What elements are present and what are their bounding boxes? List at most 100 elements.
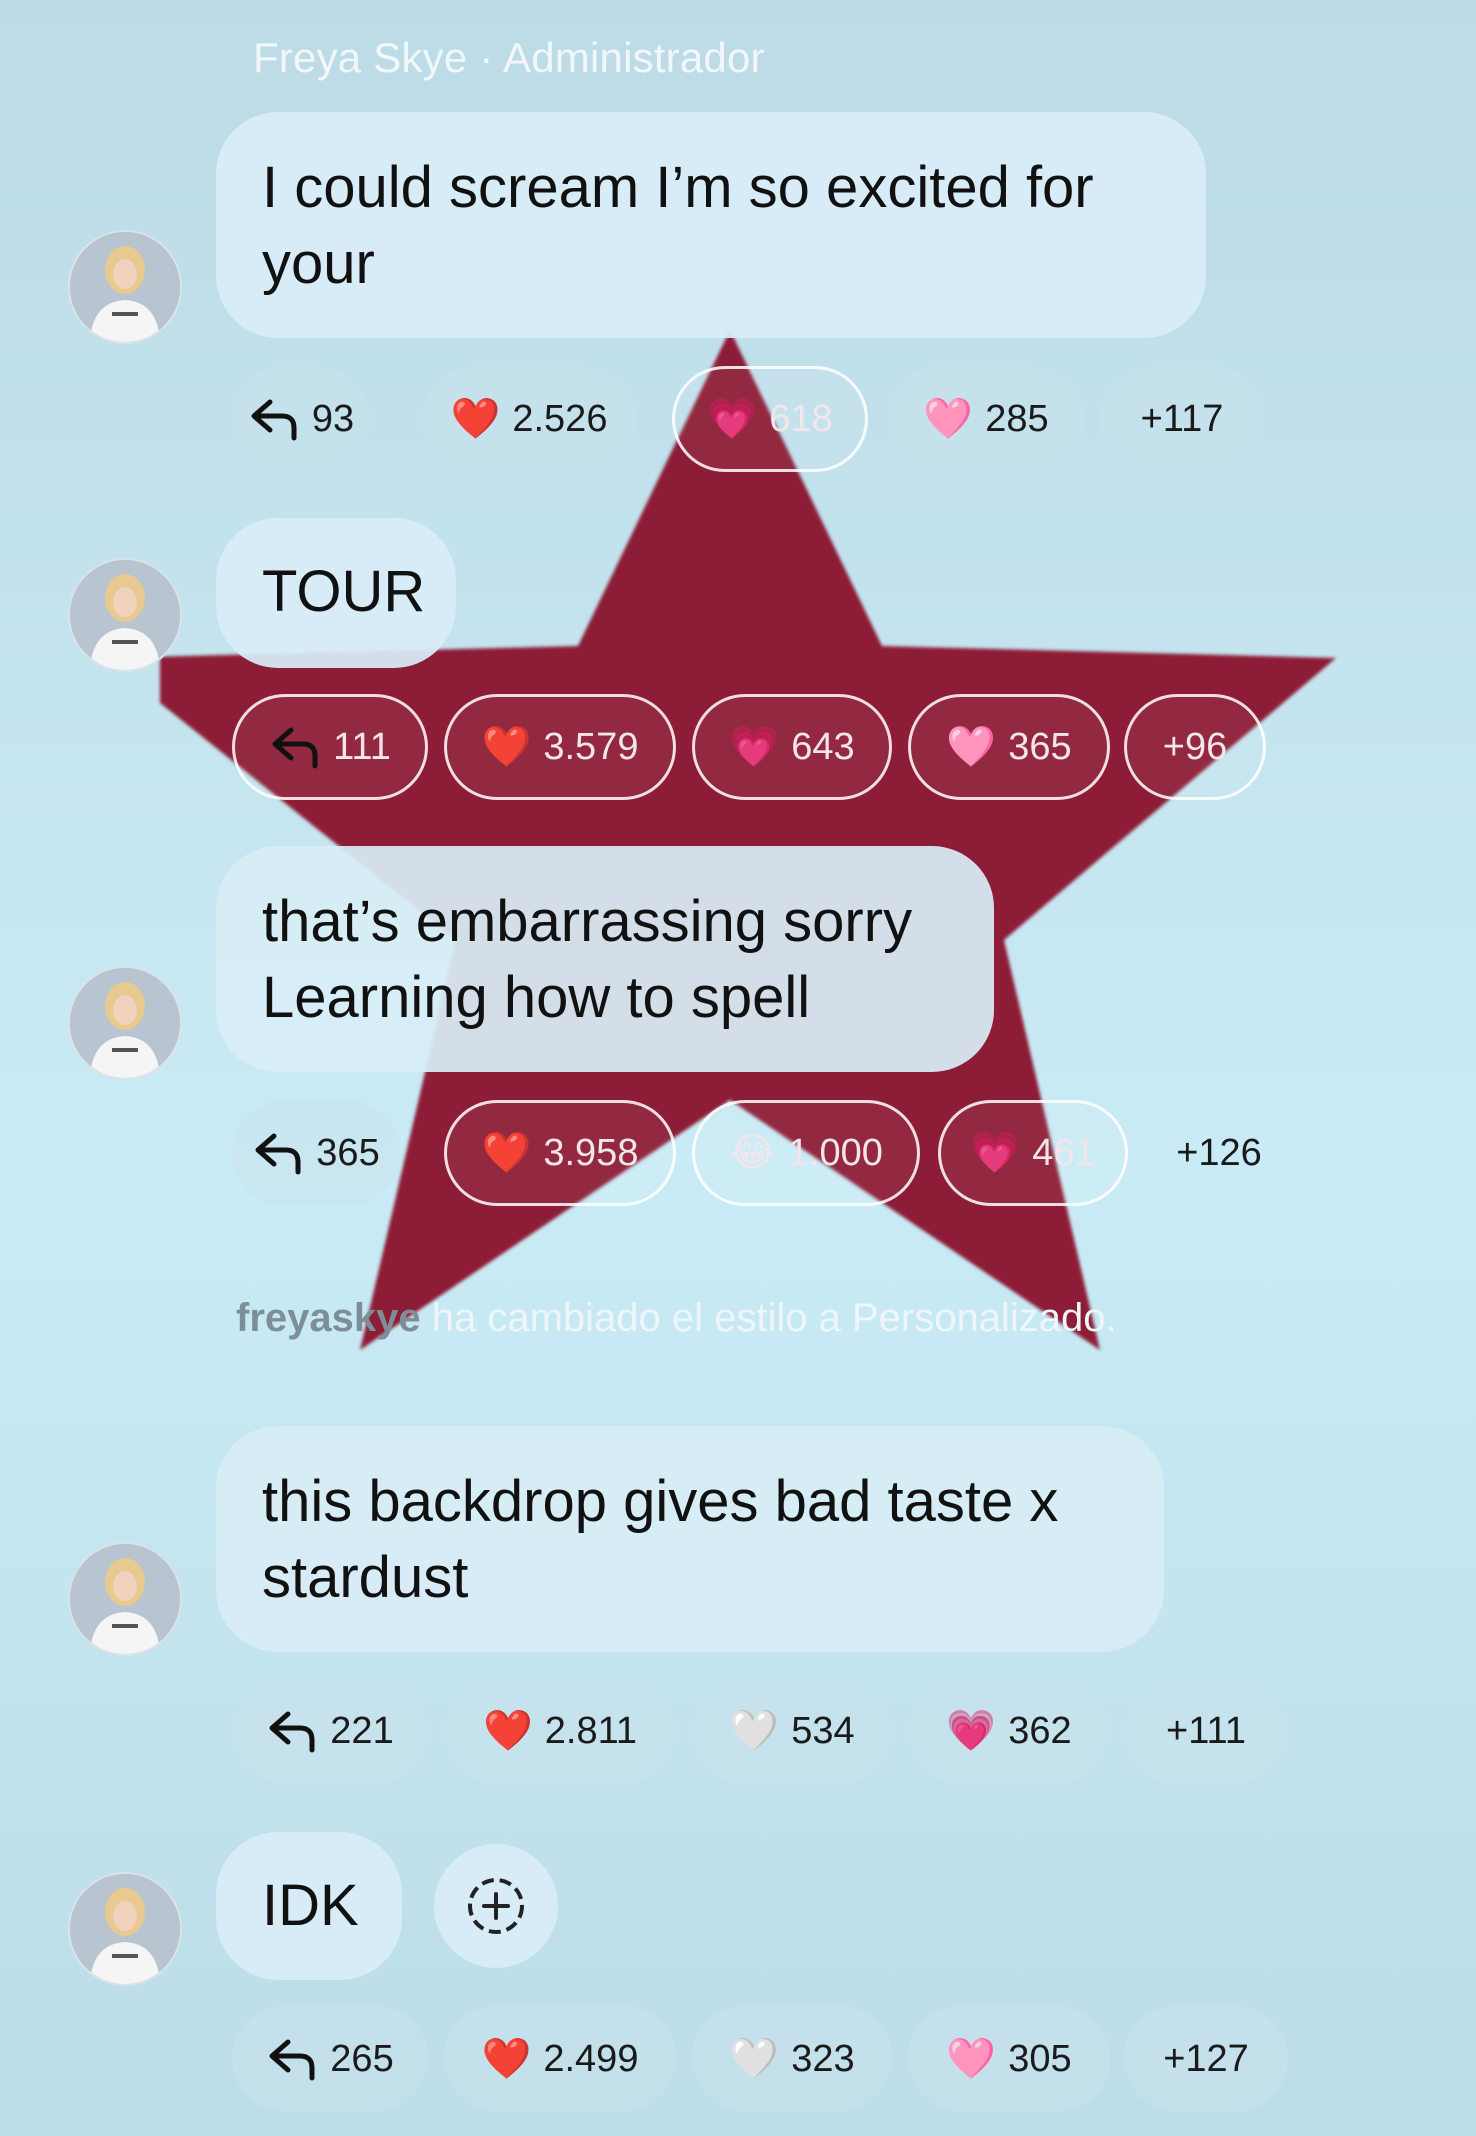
reply-count-pill[interactable]: 93 bbox=[232, 366, 370, 472]
pink-heart-icon: 🩷 bbox=[946, 725, 997, 769]
reaction-pill[interactable]: 💗 618 bbox=[672, 366, 868, 472]
message-line: your bbox=[262, 231, 375, 296]
avatar[interactable] bbox=[68, 558, 182, 672]
red-heart-icon: ❤️ bbox=[481, 2037, 532, 2081]
reply-count: 221 bbox=[330, 1709, 394, 1752]
avatar-image bbox=[70, 968, 180, 1078]
reaction-pill[interactable]: ❤️ 2.526 bbox=[422, 366, 636, 472]
system-message-text: ha cambiado el estilo a Personalizado. bbox=[420, 1296, 1117, 1340]
reply-count-pill[interactable]: 221 bbox=[232, 1678, 428, 1784]
reaction-pill[interactable]: 🩷 285 bbox=[888, 366, 1084, 472]
more-reactions-count: +96 bbox=[1162, 725, 1228, 768]
reaction-count: 461 bbox=[1032, 1131, 1096, 1174]
reaction-pill[interactable]: 😂 1.000 bbox=[692, 1100, 920, 1206]
system-message-user[interactable]: freyaskye bbox=[236, 1296, 421, 1340]
reaction-count: 362 bbox=[1008, 1709, 1072, 1752]
message-bubble[interactable]: that’s embarrassing sorry Learning how t… bbox=[216, 846, 994, 1072]
reaction-pill[interactable]: 🩷 365 bbox=[908, 694, 1110, 800]
growing-heart-icon: 💗 bbox=[970, 1131, 1021, 1175]
sender-name[interactable]: Freya Skye bbox=[253, 34, 467, 81]
reaction-pill[interactable]: 💗 461 bbox=[938, 1100, 1128, 1206]
growing-heart-icon: 💗 bbox=[707, 397, 758, 441]
white-heart-icon: 🤍 bbox=[729, 2037, 780, 2081]
reaction-pill[interactable]: 🤍 323 bbox=[692, 2006, 892, 2112]
message-line: that’s embarrassing sorry bbox=[262, 889, 913, 954]
reaction-count: 2.526 bbox=[512, 397, 608, 440]
message-line: IDK bbox=[262, 1873, 359, 1938]
more-reactions-pill[interactable]: +127 bbox=[1124, 2006, 1288, 2112]
reaction-pill[interactable]: 🩷 305 bbox=[908, 2006, 1110, 2112]
message-bubble[interactable]: this backdrop gives bad taste x stardust bbox=[216, 1426, 1164, 1652]
avatar[interactable] bbox=[68, 966, 182, 1080]
reply-arrow-icon bbox=[252, 1130, 304, 1176]
reaction-count: 3.579 bbox=[543, 725, 639, 768]
reaction-pill[interactable]: 💗 643 bbox=[692, 694, 892, 800]
red-heart-icon: ❤️ bbox=[481, 725, 532, 769]
sender-header: Freya Skye · Administrador bbox=[253, 34, 765, 82]
avatar[interactable] bbox=[68, 1872, 182, 1986]
message-bubble[interactable]: I could scream I’m so excited for your bbox=[216, 112, 1206, 338]
message-line: I could scream I’m so excited for bbox=[262, 155, 1094, 220]
reply-arrow-icon bbox=[266, 2036, 318, 2082]
reaction-count: 305 bbox=[1008, 2037, 1072, 2080]
reaction-count: 3.958 bbox=[543, 1131, 639, 1174]
reaction-count: 618 bbox=[769, 397, 833, 440]
more-reactions-count: +127 bbox=[1163, 2037, 1249, 2080]
avatar[interactable] bbox=[68, 1542, 182, 1656]
pink-heart-icon: 🩷 bbox=[946, 2037, 997, 2081]
growing-heart-icon: 💗 bbox=[729, 725, 780, 769]
message-line: Learning how to spell bbox=[262, 965, 811, 1030]
more-reactions-count: +117 bbox=[1140, 397, 1224, 440]
avatar-image bbox=[70, 1544, 180, 1654]
reaction-count: 1.000 bbox=[787, 1131, 883, 1174]
red-heart-icon: ❤️ bbox=[450, 397, 501, 441]
reaction-count: 2.499 bbox=[543, 2037, 639, 2080]
message-line: TOUR bbox=[262, 559, 426, 624]
reply-arrow-icon bbox=[248, 396, 300, 442]
header-separator: · bbox=[467, 34, 504, 81]
growing-heart-icon: 💗 bbox=[946, 1709, 997, 1753]
avatar-image bbox=[70, 232, 180, 342]
reaction-pill[interactable]: 💗 362 bbox=[908, 1678, 1110, 1784]
more-reactions-pill[interactable]: +126 bbox=[1144, 1100, 1294, 1206]
reaction-count: 365 bbox=[1008, 725, 1072, 768]
add-reaction-icon bbox=[468, 1878, 524, 1934]
reply-count-pill[interactable]: 265 bbox=[232, 2006, 428, 2112]
avatar[interactable] bbox=[68, 230, 182, 344]
reaction-pill[interactable]: ❤️ 2.811 bbox=[444, 1678, 676, 1784]
reply-count: 365 bbox=[316, 1131, 380, 1174]
reaction-pill[interactable]: ❤️ 2.499 bbox=[444, 2006, 676, 2112]
add-reaction-button[interactable] bbox=[434, 1844, 558, 1968]
more-reactions-pill[interactable]: +117 bbox=[1100, 366, 1264, 472]
system-message: freyaskye ha cambiado el estilo a Person… bbox=[236, 1296, 1117, 1341]
red-heart-icon: ❤️ bbox=[481, 1131, 532, 1175]
laughing-face-icon: 😂 bbox=[729, 1131, 776, 1175]
more-reactions-count: +126 bbox=[1176, 1131, 1262, 1174]
message-bubble[interactable]: TOUR bbox=[216, 518, 456, 668]
more-reactions-pill[interactable]: +96 bbox=[1124, 694, 1266, 800]
message-line: stardust bbox=[262, 1545, 469, 1610]
reaction-pill[interactable]: ❤️ 3.958 bbox=[444, 1100, 676, 1206]
avatar-image bbox=[70, 1874, 180, 1984]
reaction-count: 285 bbox=[985, 397, 1049, 440]
reply-arrow-icon bbox=[266, 1708, 318, 1754]
reply-arrow-icon bbox=[269, 724, 321, 770]
pink-heart-icon: 🩷 bbox=[923, 397, 974, 441]
reaction-pill[interactable]: 🤍 534 bbox=[692, 1678, 892, 1784]
reply-count: 111 bbox=[333, 725, 391, 768]
reaction-count: 534 bbox=[791, 1709, 855, 1752]
more-reactions-count: +111 bbox=[1166, 1709, 1246, 1752]
reply-count-pill[interactable]: 111 bbox=[232, 694, 428, 800]
message-line: this backdrop gives bad taste x bbox=[262, 1469, 1059, 1534]
reaction-count: 2.811 bbox=[544, 1709, 638, 1752]
reply-count: 93 bbox=[311, 397, 355, 440]
reaction-pill[interactable]: ❤️ 3.579 bbox=[444, 694, 676, 800]
red-heart-icon: ❤️ bbox=[482, 1709, 533, 1753]
message-bubble[interactable]: IDK bbox=[216, 1832, 402, 1980]
white-heart-icon: 🤍 bbox=[729, 1709, 780, 1753]
more-reactions-pill[interactable]: +111 bbox=[1124, 1678, 1288, 1784]
reaction-count: 643 bbox=[791, 725, 855, 768]
reaction-count: 323 bbox=[791, 2037, 855, 2080]
reply-count: 265 bbox=[330, 2037, 394, 2080]
reply-count-pill[interactable]: 365 bbox=[232, 1100, 400, 1206]
